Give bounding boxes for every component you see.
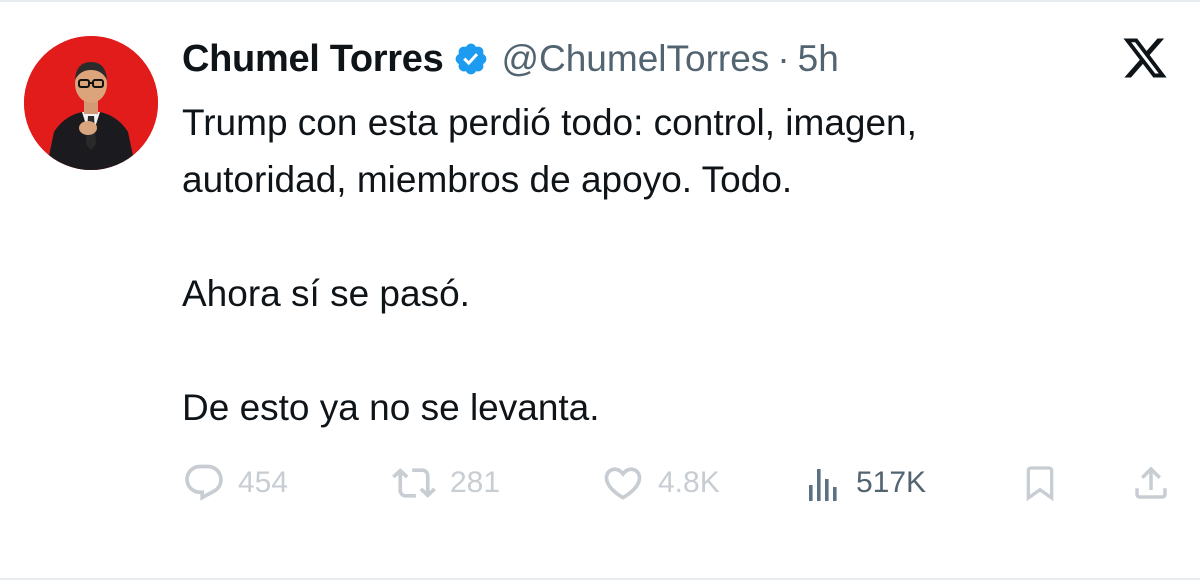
repost-count: 281	[450, 466, 501, 499]
author-handle[interactable]: @ChumelTorres	[501, 38, 769, 80]
tweet-line: Trump con esta perdió todo: control, ima…	[182, 102, 917, 143]
repost-icon	[390, 461, 438, 505]
reply-button[interactable]: 454	[182, 458, 288, 508]
verified-badge-icon	[453, 41, 489, 77]
action-bar: 454 281 4.8K 517K	[182, 458, 1172, 508]
x-logo-icon[interactable]	[1120, 34, 1170, 82]
repost-button[interactable]: 281	[390, 458, 500, 508]
share-icon	[1130, 461, 1172, 505]
avatar[interactable]	[24, 36, 158, 170]
bookmark-button[interactable]	[1020, 458, 1060, 508]
bottom-divider	[0, 578, 1200, 580]
share-button[interactable]	[1130, 458, 1172, 508]
tweet-line: De esto ya no se levanta.	[182, 387, 600, 428]
tweet-text: Trump con esta perdió todo: control, ima…	[182, 94, 1142, 436]
top-divider	[0, 0, 1200, 2]
bookmark-icon	[1020, 461, 1060, 505]
tweet-line: Ahora sí se pasó.	[182, 273, 470, 314]
tweet-line: autoridad, miembros de apoyo. Todo.	[182, 159, 793, 200]
heart-icon	[600, 461, 646, 505]
tweet-header: Chumel Torres @ChumelTorres · 5h	[182, 32, 839, 86]
view-count: 517K	[856, 466, 927, 499]
reply-icon	[182, 461, 226, 505]
timestamp[interactable]: 5h	[798, 38, 839, 80]
like-count: 4.8K	[658, 466, 720, 499]
views-button[interactable]: 517K	[808, 458, 926, 508]
avatar-portrait	[24, 36, 158, 170]
header-separator: ·	[777, 38, 790, 79]
reply-count: 454	[238, 466, 289, 499]
like-button[interactable]: 4.8K	[600, 458, 720, 508]
author-name[interactable]: Chumel Torres	[182, 38, 444, 81]
views-icon	[808, 461, 844, 505]
